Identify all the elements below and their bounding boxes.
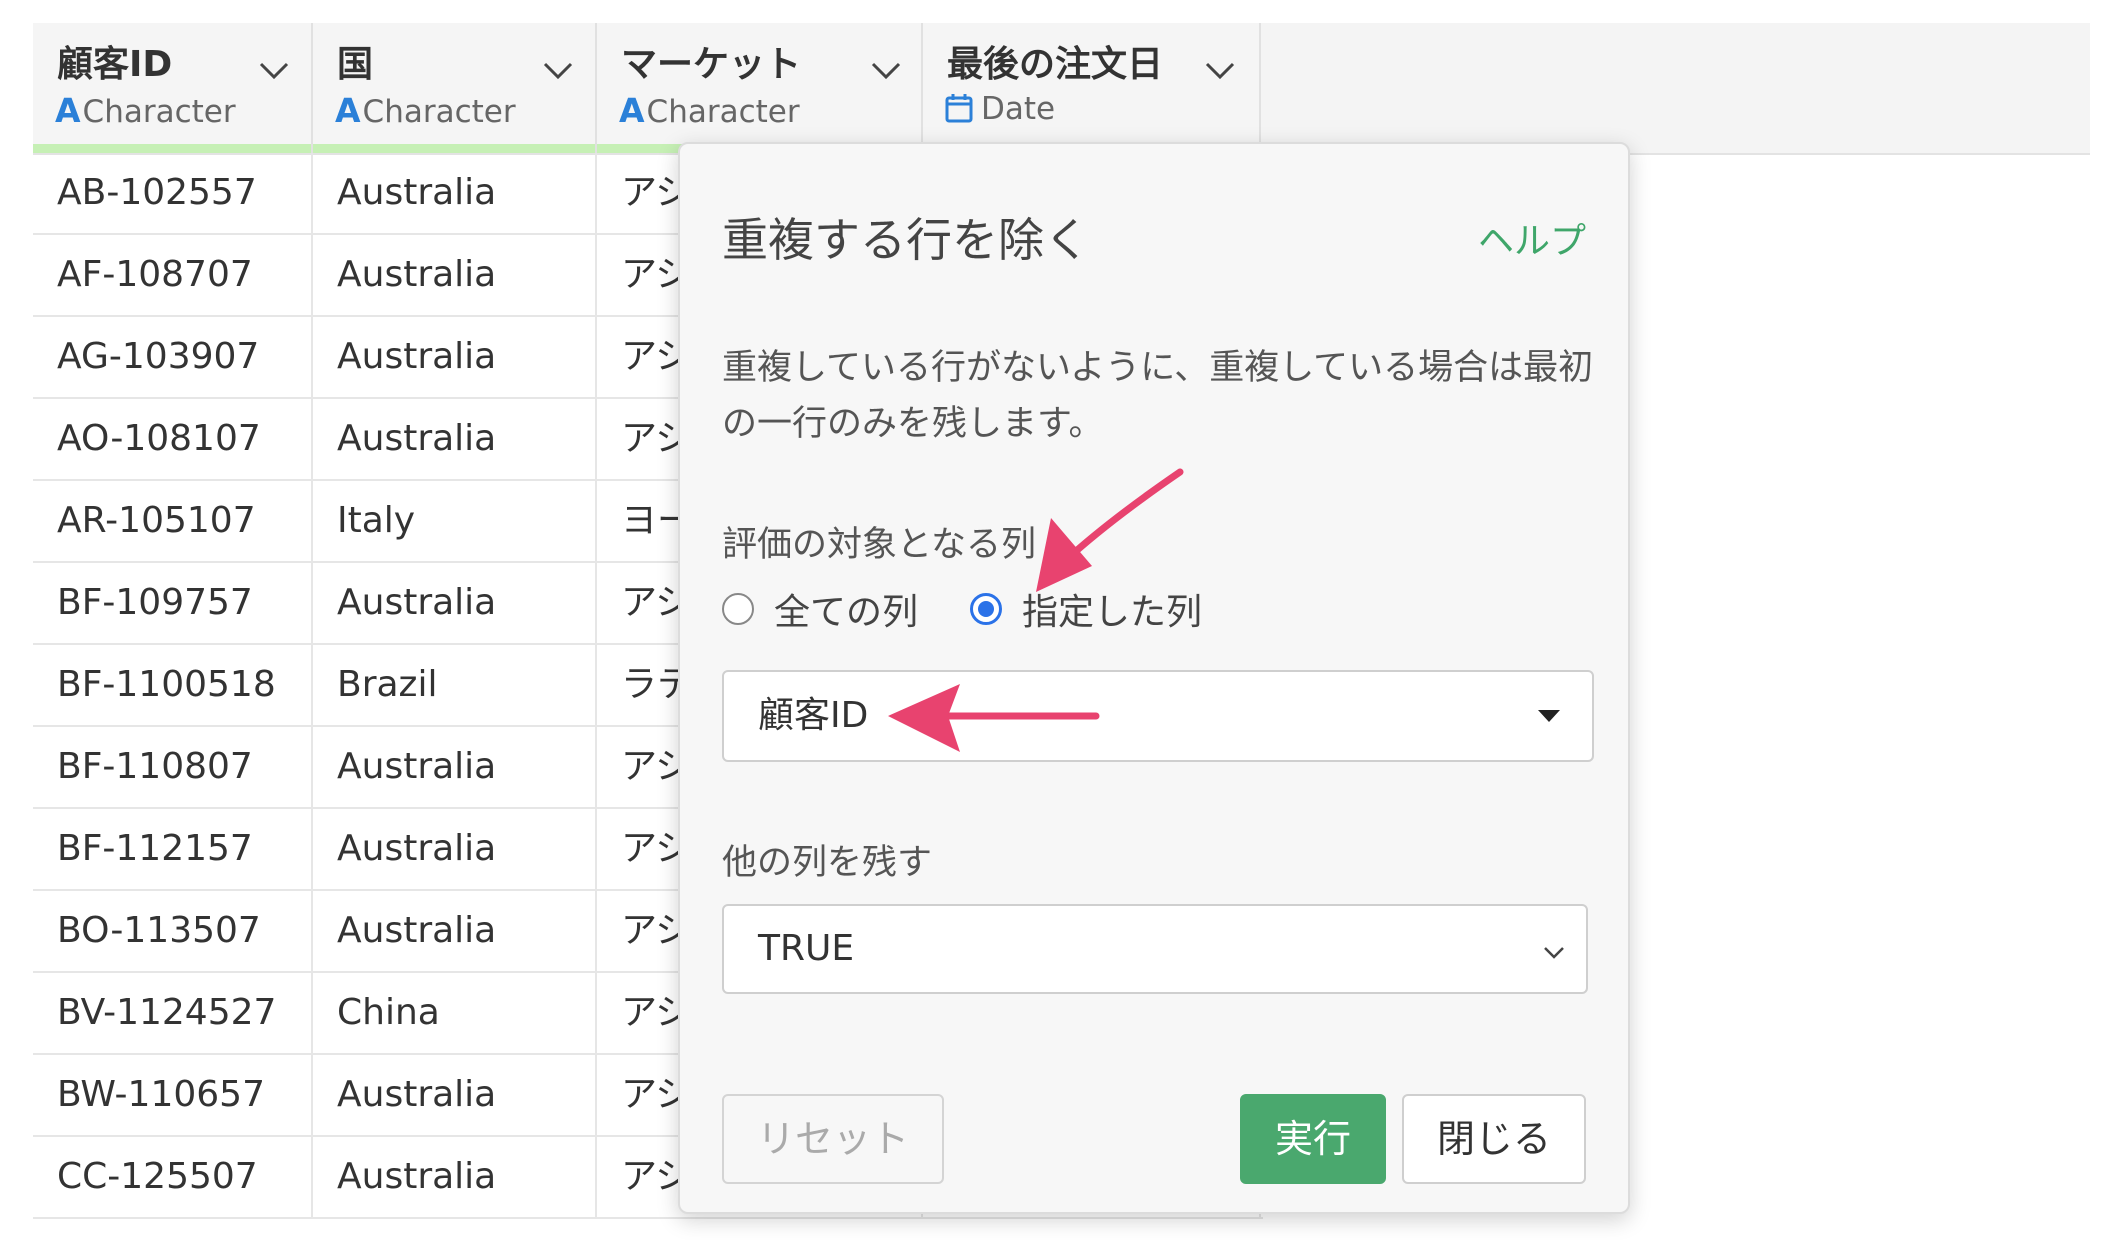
cell-customer-id: AB-102557 bbox=[33, 153, 313, 235]
help-link[interactable]: ヘルプ bbox=[1478, 212, 1586, 264]
chevron-down-icon[interactable] bbox=[255, 51, 293, 89]
cell-customer-id: BF-1100518 bbox=[33, 645, 313, 727]
radio-selected-columns-label[interactable]: 指定した列 bbox=[1022, 583, 1202, 635]
character-type-icon: A bbox=[55, 91, 81, 130]
keep-select-value: TRUE bbox=[758, 928, 855, 969]
radio-selected-columns[interactable] bbox=[970, 593, 1003, 625]
cell-country: Australia bbox=[313, 153, 597, 235]
column-type-label: Character bbox=[362, 94, 516, 130]
cell-country: Australia bbox=[313, 1137, 597, 1219]
cell-customer-id: AG-103907 bbox=[33, 317, 313, 399]
cell-country: Australia bbox=[313, 235, 597, 317]
calendar-icon bbox=[945, 94, 973, 123]
remove-duplicates-dialog: 重複する行を除く ヘルプ 重複している行がないように、重複している場合は最初の一… bbox=[678, 142, 1630, 1214]
column-select-value: 顧客ID bbox=[758, 695, 869, 736]
cell-country: Australia bbox=[313, 1055, 597, 1137]
character-type-icon: A bbox=[619, 91, 645, 130]
cell-customer-id: AF-108707 bbox=[33, 235, 313, 317]
eval-columns-radio-group: 全ての列 指定した列 bbox=[722, 584, 1202, 634]
close-button[interactable]: 閉じる bbox=[1402, 1094, 1586, 1184]
dialog-description: 重複している行がないように、重複している場合は最初の一行のみを残します。 bbox=[722, 348, 1594, 444]
cell-country: Australia bbox=[313, 317, 597, 399]
column-header-market[interactable]: マーケット ACharacter bbox=[597, 23, 923, 153]
column-quality-bar bbox=[33, 144, 311, 153]
cell-country: Australia bbox=[313, 891, 597, 973]
cell-country: Italy bbox=[313, 481, 597, 563]
cell-country: Australia bbox=[313, 563, 597, 645]
cell-customer-id: AR-105107 bbox=[33, 481, 313, 563]
cell-customer-id: BF-110807 bbox=[33, 727, 313, 809]
column-header-country[interactable]: 国 ACharacter bbox=[313, 23, 597, 153]
column-name: マーケット bbox=[621, 44, 802, 85]
cell-country: Brazil bbox=[313, 645, 597, 727]
chevron-down-icon[interactable] bbox=[539, 51, 577, 89]
radio-all-columns-label[interactable]: 全ての列 bbox=[774, 583, 918, 635]
reset-button[interactable]: リセット bbox=[722, 1094, 944, 1184]
radio-all-columns[interactable] bbox=[722, 593, 754, 625]
cell-country: Australia bbox=[313, 727, 597, 809]
column-type: ACharacter bbox=[55, 91, 236, 130]
column-name: 国 bbox=[337, 44, 374, 85]
cell-customer-id: CC-125507 bbox=[33, 1137, 313, 1219]
cell-customer-id: BW-110657 bbox=[33, 1055, 313, 1137]
cell-customer-id: BV-1124527 bbox=[33, 973, 313, 1055]
column-name: 顧客ID bbox=[57, 44, 173, 85]
cell-customer-id: AO-108107 bbox=[33, 399, 313, 481]
cell-customer-id: BF-112157 bbox=[33, 809, 313, 891]
caret-down-icon bbox=[1538, 710, 1560, 722]
chevron-down-icon[interactable] bbox=[1201, 51, 1239, 89]
column-type-label: Character bbox=[646, 94, 800, 130]
column-type: Date bbox=[945, 91, 1055, 127]
cell-customer-id: BF-109757 bbox=[33, 563, 313, 645]
column-type: ACharacter bbox=[619, 91, 800, 130]
character-type-icon: A bbox=[335, 91, 361, 130]
run-button[interactable]: 実行 bbox=[1240, 1094, 1386, 1184]
dialog-title: 重複する行を除く bbox=[722, 213, 1090, 267]
column-select-dropdown[interactable]: 顧客ID bbox=[722, 670, 1594, 762]
column-header-customer-id[interactable]: 顧客ID ACharacter bbox=[33, 23, 313, 153]
column-header-last-order-date[interactable]: 最後の注文日 Date bbox=[923, 23, 1261, 153]
keep-other-columns-label: 他の列を残す bbox=[722, 843, 933, 883]
column-quality-bar bbox=[313, 144, 595, 153]
column-type-label: Date bbox=[981, 91, 1056, 127]
cell-country: Australia bbox=[313, 809, 597, 891]
cell-country: Australia bbox=[313, 399, 597, 481]
column-type: ACharacter bbox=[335, 91, 516, 130]
column-name: 最後の注文日 bbox=[947, 44, 1164, 85]
column-type-label: Character bbox=[82, 94, 236, 130]
keep-other-columns-select[interactable]: TRUE bbox=[722, 904, 1588, 994]
chevron-down-icon bbox=[1544, 947, 1564, 959]
cell-customer-id: BO-113507 bbox=[33, 891, 313, 973]
cell-country: China bbox=[313, 973, 597, 1055]
chevron-down-icon[interactable] bbox=[867, 51, 905, 89]
eval-columns-label: 評価の対象となる列 bbox=[722, 525, 1036, 565]
